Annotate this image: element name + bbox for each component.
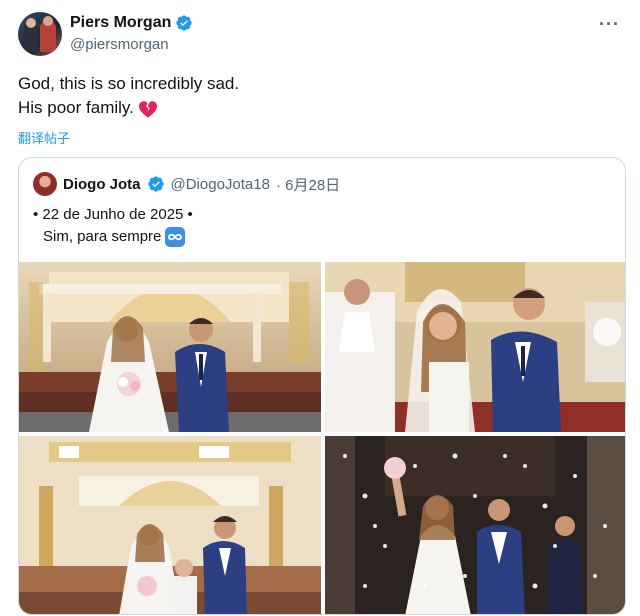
tweet-header: Piers Morgan @piersmorgan ··· <box>18 12 628 62</box>
translate-post-link[interactable]: 翻译帖子 <box>18 128 70 147</box>
wedding-photo-3[interactable] <box>19 436 321 614</box>
quoted-tweet-header: Diogo Jota @DiogoJota18 · 6月28日 <box>33 172 340 196</box>
verified-badge-icon <box>147 176 164 192</box>
author-display-name[interactable]: Piers Morgan <box>70 14 171 32</box>
author-name-row: Piers Morgan <box>70 14 193 32</box>
more-icon[interactable]: ··· <box>599 14 620 35</box>
tweet-text-line-2: His poor family. <box>18 96 239 120</box>
wedding-photo-4[interactable] <box>325 436 625 614</box>
broken-heart-icon <box>138 100 157 118</box>
quoted-text-line-1: • 22 de Junho de 2025 • <box>33 206 193 223</box>
wedding-photo-1[interactable] <box>19 262 321 432</box>
media-grid <box>19 262 625 614</box>
quoted-text-line-2: Sim, para sempre <box>33 226 193 248</box>
quoted-tweet[interactable]: Diogo Jota @DiogoJota18 · 6月28日 • 22 de … <box>18 157 626 615</box>
quoted-author-handle[interactable]: @DiogoJota18 <box>171 176 270 193</box>
author-handle[interactable]: @piersmorgan <box>70 36 169 53</box>
infinity-icon <box>165 227 186 248</box>
quoted-author-display-name[interactable]: Diogo Jota <box>63 176 141 193</box>
author-avatar[interactable] <box>18 12 62 56</box>
verified-badge-icon <box>176 15 193 31</box>
wedding-photo-2[interactable] <box>325 262 625 432</box>
quoted-tweet-date[interactable]: · 6月28日 <box>276 174 340 195</box>
tweet-text-line-1: God, this is so incredibly sad. <box>18 74 240 93</box>
tweet-text: God, this is so incredibly sad. His poor… <box>18 72 239 120</box>
quoted-author-avatar[interactable] <box>33 172 57 196</box>
quoted-tweet-text: • 22 de Junho de 2025 • Sim, para sempre <box>33 204 193 248</box>
